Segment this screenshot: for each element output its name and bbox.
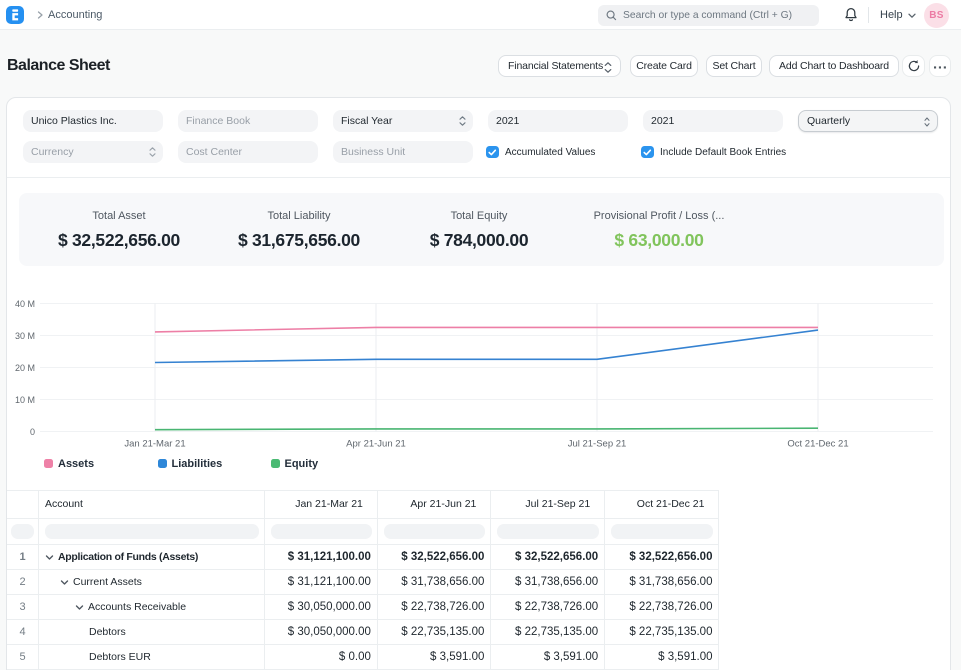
svg-text:Oct 21-Dec 21: Oct 21-Dec 21: [787, 439, 848, 450]
svg-text:Jan 21-Mar 21: Jan 21-Mar 21: [124, 439, 185, 450]
svg-text:10 M: 10 M: [15, 395, 35, 405]
svg-text:0: 0: [30, 427, 35, 437]
svg-text:20 M: 20 M: [15, 363, 35, 373]
svg-text:30 M: 30 M: [15, 331, 35, 341]
svg-text:Apr 21-Jun 21: Apr 21-Jun 21: [346, 439, 406, 450]
svg-text:40 M: 40 M: [15, 299, 35, 309]
svg-text:Jul 21-Sep 21: Jul 21-Sep 21: [568, 439, 627, 450]
